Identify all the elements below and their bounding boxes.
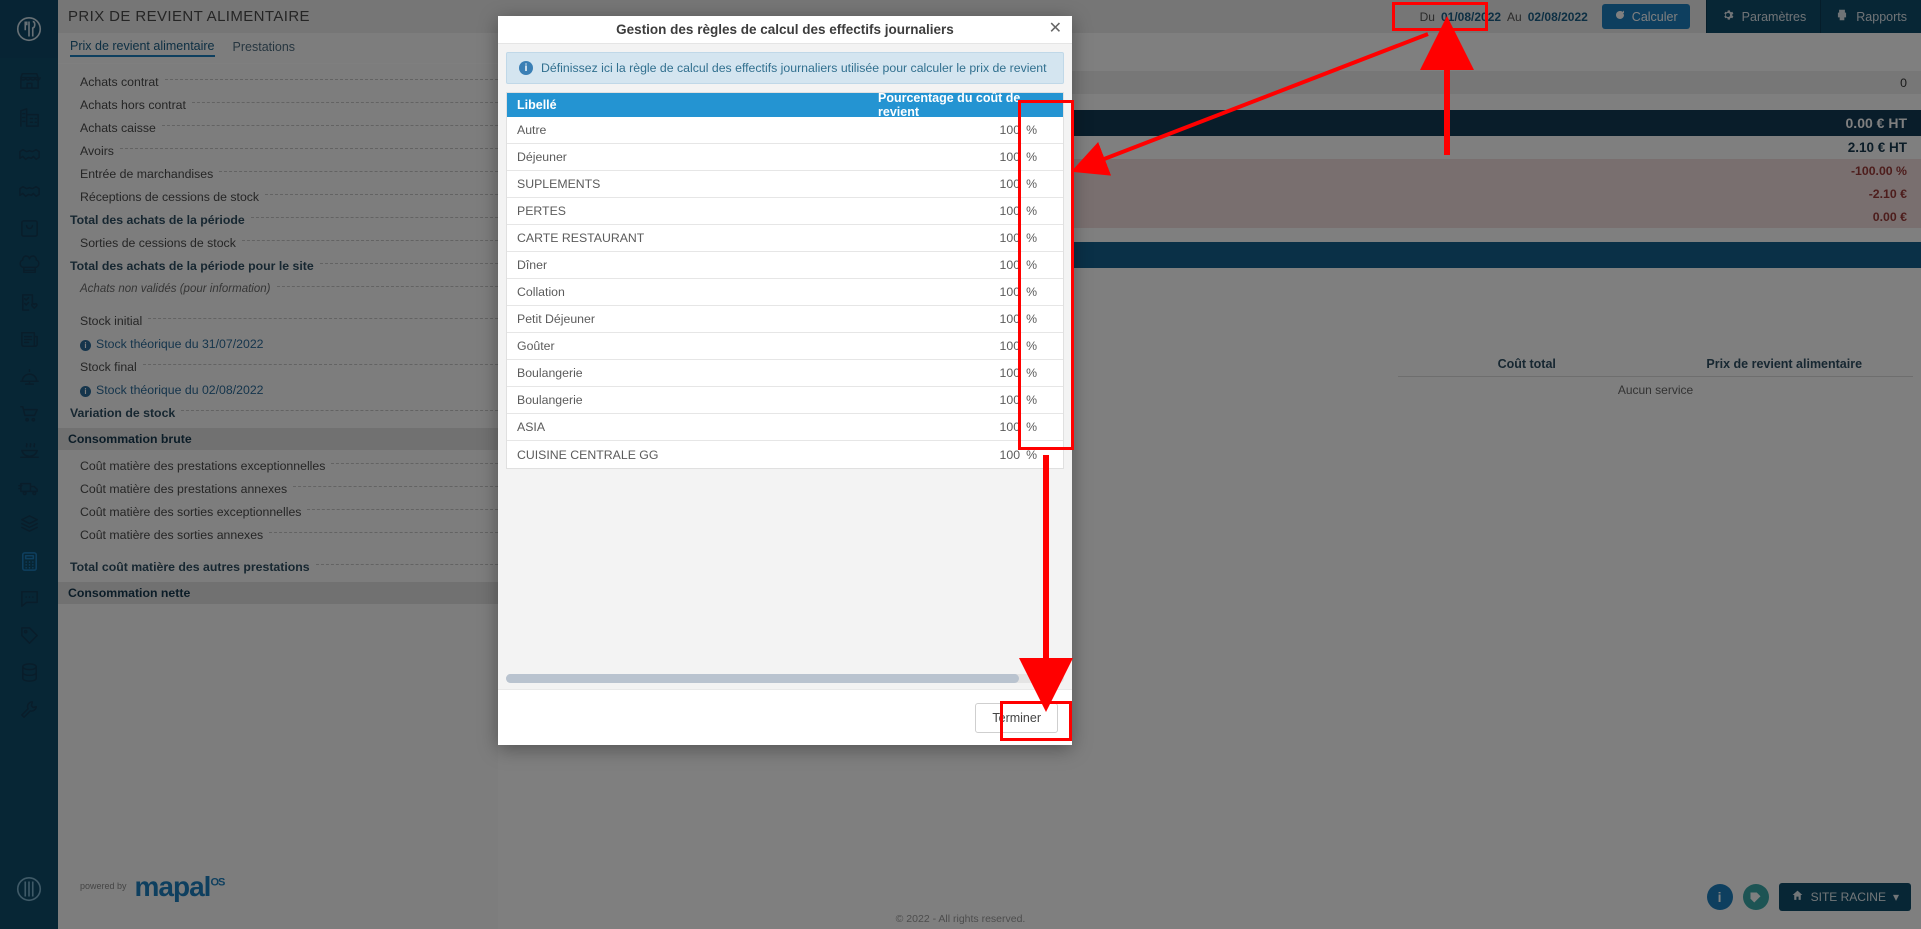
percent-input[interactable] bbox=[978, 285, 1021, 299]
percent-input[interactable] bbox=[978, 339, 1021, 353]
rule-label: Déjeuner bbox=[517, 150, 567, 164]
rules-table-body: Autre%Déjeuner%SUPLEMENTS%PERTES%CARTE R… bbox=[507, 117, 1063, 468]
rule-label: Goûter bbox=[517, 339, 555, 353]
percent-sign: % bbox=[1026, 231, 1037, 245]
percent-sign: % bbox=[1026, 177, 1037, 191]
rules-modal: Gestion des règles de calcul des effecti… bbox=[498, 16, 1072, 745]
percent-sign: % bbox=[1026, 339, 1037, 353]
rule-label: CUISINE CENTRALE GG bbox=[517, 447, 659, 462]
percent-input[interactable] bbox=[978, 231, 1021, 245]
rule-label: SUPLEMENTS bbox=[517, 177, 601, 191]
table-row: Collation% bbox=[507, 279, 1063, 306]
table-row: SUPLEMENTS% bbox=[507, 171, 1063, 198]
rule-label: Autre bbox=[517, 123, 547, 137]
percent-sign: % bbox=[1026, 150, 1037, 164]
table-row: Boulangerie% bbox=[507, 360, 1063, 387]
percent-input[interactable] bbox=[978, 393, 1021, 407]
percent-sign: % bbox=[1026, 447, 1037, 462]
percent-sign: % bbox=[1026, 393, 1037, 407]
percent-input[interactable] bbox=[978, 204, 1021, 218]
modal-header: Gestion des règles de calcul des effecti… bbox=[498, 16, 1072, 44]
rule-label: Dîner bbox=[517, 258, 548, 272]
percent-input[interactable] bbox=[978, 177, 1021, 191]
rule-percent-cell[interactable]: % bbox=[878, 447, 1053, 462]
info-icon: i bbox=[519, 61, 533, 75]
rule-percent-cell[interactable]: % bbox=[878, 312, 1053, 326]
finish-button[interactable]: Terminer bbox=[975, 702, 1058, 733]
rule-label: Boulangerie bbox=[517, 366, 583, 380]
rule-label: Petit Déjeuner bbox=[517, 312, 595, 326]
rule-percent-cell[interactable]: % bbox=[878, 123, 1053, 137]
rule-percent-cell[interactable]: % bbox=[878, 150, 1053, 164]
percent-sign: % bbox=[1026, 204, 1037, 218]
rule-label: CARTE RESTAURANT bbox=[517, 231, 645, 245]
rule-percent-cell[interactable]: % bbox=[878, 204, 1053, 218]
percent-input[interactable] bbox=[978, 447, 1021, 462]
table-row: Autre% bbox=[507, 117, 1063, 144]
percent-input[interactable] bbox=[978, 123, 1021, 137]
column-header-libelle: Libellé bbox=[517, 98, 557, 112]
rule-percent-cell[interactable]: % bbox=[878, 393, 1053, 407]
percent-input[interactable] bbox=[978, 312, 1021, 326]
rule-percent-cell[interactable]: % bbox=[878, 420, 1053, 434]
percent-sign: % bbox=[1026, 366, 1037, 380]
modal-title: Gestion des règles de calcul des effecti… bbox=[616, 22, 954, 37]
rules-table: Libellé Pourcentage du coût de revient A… bbox=[506, 91, 1064, 469]
info-banner: i Définissez ici la règle de calcul des … bbox=[506, 52, 1064, 84]
rule-percent-cell[interactable]: % bbox=[878, 258, 1053, 272]
percent-sign: % bbox=[1026, 420, 1037, 434]
rule-percent-cell[interactable]: % bbox=[878, 285, 1053, 299]
table-row: PERTES% bbox=[507, 198, 1063, 225]
table-row: Dîner% bbox=[507, 252, 1063, 279]
modal-body: i Définissez ici la règle de calcul des … bbox=[498, 44, 1072, 689]
rule-percent-cell[interactable]: % bbox=[878, 366, 1053, 380]
rules-table-header: Libellé Pourcentage du coût de revient bbox=[507, 91, 1063, 119]
percent-sign: % bbox=[1026, 123, 1037, 137]
rule-label: PERTES bbox=[517, 204, 566, 218]
app-root: PRIX DE REVIENT ALIMENTAIRE Du 01/08/202… bbox=[0, 0, 1921, 929]
rule-label: ASIA bbox=[517, 420, 546, 434]
table-row: CUISINE CENTRALE GG% bbox=[507, 441, 1063, 468]
rule-percent-cell[interactable]: % bbox=[878, 231, 1053, 245]
close-icon[interactable]: ✕ bbox=[1049, 21, 1062, 37]
percent-input[interactable] bbox=[978, 420, 1021, 434]
rule-label: Collation bbox=[517, 285, 565, 299]
table-row: Boulangerie% bbox=[507, 387, 1063, 414]
percent-input[interactable] bbox=[978, 258, 1021, 272]
horizontal-scrollbar[interactable] bbox=[506, 674, 1064, 683]
column-header-pourcentage: Pourcentage du coût de revient bbox=[878, 91, 1021, 119]
table-row: Petit Déjeuner% bbox=[507, 306, 1063, 333]
percent-sign: % bbox=[1026, 258, 1037, 272]
percent-input[interactable] bbox=[978, 150, 1021, 164]
percent-input[interactable] bbox=[978, 366, 1021, 380]
rule-label: Boulangerie bbox=[517, 393, 583, 407]
rule-percent-cell[interactable]: % bbox=[878, 177, 1053, 191]
table-row: ASIA% bbox=[507, 414, 1063, 441]
scrollbar-thumb[interactable] bbox=[506, 674, 1020, 683]
table-row: CARTE RESTAURANT% bbox=[507, 225, 1063, 252]
info-text: Définissez ici la règle de calcul des ef… bbox=[541, 61, 1047, 75]
table-row: Déjeuner% bbox=[507, 144, 1063, 171]
percent-sign: % bbox=[1026, 312, 1037, 326]
percent-sign: % bbox=[1026, 285, 1037, 299]
modal-footer: Terminer bbox=[498, 689, 1072, 745]
rule-percent-cell[interactable]: % bbox=[878, 339, 1053, 353]
table-row: Goûter% bbox=[507, 333, 1063, 360]
